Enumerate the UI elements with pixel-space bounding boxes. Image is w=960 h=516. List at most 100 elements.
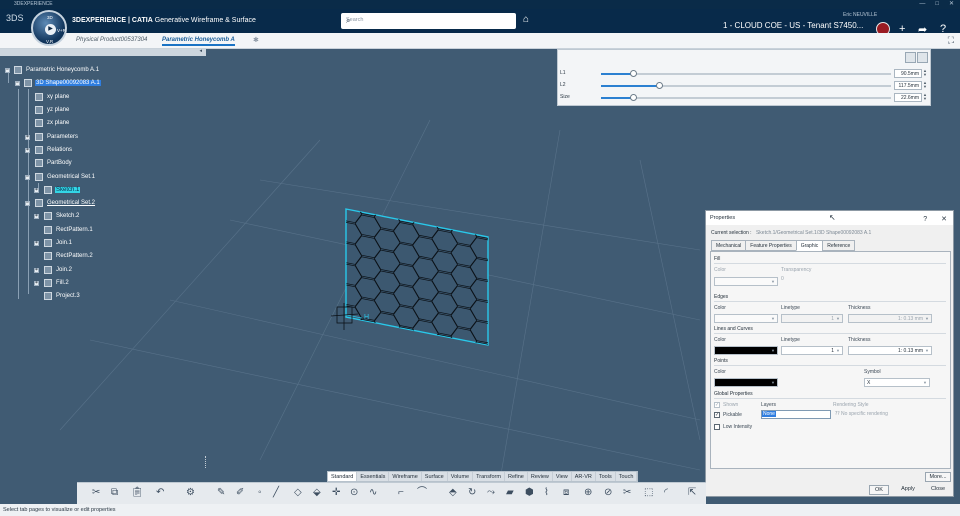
toolbar-grip[interactable] (205, 456, 207, 468)
tab-graphic[interactable]: Graphic (795, 240, 824, 251)
fill-color-picker[interactable]: ▼ (714, 277, 778, 286)
tree-item-fill-2[interactable]: Fill.2 (44, 277, 70, 289)
split-icon[interactable]: ⊘ (604, 486, 612, 500)
offset-icon[interactable]: ⧈ (563, 486, 569, 500)
slider-knob[interactable] (656, 82, 663, 89)
tree-item-relations[interactable]: Relations (35, 144, 73, 156)
slider-track[interactable] (601, 97, 891, 99)
points-color-picker[interactable]: ▼ (714, 378, 778, 387)
expand-icon[interactable]: + (34, 268, 39, 273)
tree-item-zx-plane[interactable]: zx plane (35, 117, 70, 129)
low-intensity-checkbox[interactable] (714, 424, 720, 430)
expand-icon[interactable]: + (34, 188, 39, 193)
tree-item-yz-plane[interactable]: yz plane (35, 104, 70, 116)
tree-item-root[interactable]: Parametric Honeycomb A.1 (14, 64, 100, 76)
expand-icon[interactable]: + (34, 214, 39, 219)
tree-item-xy-plane[interactable]: xy plane (35, 91, 70, 103)
param-value-input[interactable]: 90.5mm (894, 69, 922, 78)
lines-color-picker[interactable]: ▼ (714, 346, 778, 355)
tree-item-join-2[interactable]: Join.2 (44, 264, 73, 276)
edges-thickness-select[interactable]: 1: 0.13 mm ▼ (848, 314, 932, 323)
tree-item-geometrical-set-1[interactable]: Geometrical Set.1 (35, 171, 96, 183)
blend-icon[interactable]: ⌇ (544, 486, 549, 500)
undo-icon[interactable]: ↶ (156, 486, 164, 500)
workbench-tab-ar-vr[interactable]: AR-VR (572, 472, 596, 481)
close-button[interactable]: Close (926, 485, 950, 495)
sweep-icon[interactable]: ⤳ (487, 486, 495, 500)
dialog-close-button[interactable]: ✕ (941, 213, 947, 227)
expand-icon[interactable]: + (34, 241, 39, 246)
extrude-surface-icon[interactable]: ⬘ (449, 486, 457, 500)
point-tool-icon[interactable]: ◦ (258, 486, 262, 500)
expand-icon[interactable]: + (34, 281, 39, 286)
workbench-tab-transform[interactable]: Transform (473, 472, 505, 481)
play-icon[interactable]: ▶ (45, 24, 56, 35)
tree-item-join-1[interactable]: Join.1 (44, 237, 73, 249)
param-spinner[interactable]: ▲ ▼ (922, 81, 928, 90)
tree-item-partbody[interactable]: PartBody (35, 157, 73, 169)
edges-color-picker[interactable]: ▼ (714, 314, 778, 323)
slider-track[interactable] (601, 73, 891, 75)
edges-linetype-select[interactable]: 1 ▼ (781, 314, 843, 323)
workbench-tab-touch[interactable]: Touch (616, 472, 638, 481)
workbench-tab-wireframe[interactable]: Wireframe (389, 472, 422, 481)
lines-linetype-select[interactable]: 1 ▼ (781, 346, 843, 355)
connect-curve-icon[interactable]: ⌒ (417, 486, 427, 500)
copy-icon[interactable]: ⧉ (111, 486, 118, 500)
tree-item-rectpattern-2[interactable]: RectPattern.2 (44, 250, 94, 262)
apply-button[interactable]: Apply (896, 485, 920, 495)
workbench-tab-standard[interactable]: Standard (328, 472, 358, 481)
fillet-icon[interactable]: ◜ (664, 486, 668, 500)
parameter-mode-icon[interactable] (905, 52, 916, 63)
paste-icon[interactable]: 📋︎ (131, 486, 144, 500)
workbench-tab-tools[interactable]: Tools (596, 472, 616, 481)
revolve-icon[interactable]: ↻ (468, 486, 476, 500)
sketch-tool-icon[interactable]: ✎ (217, 486, 225, 500)
tree-item-parameters[interactable]: Parameters (35, 131, 79, 143)
join-tool-icon[interactable]: ⊕ (584, 486, 592, 500)
collapse-icon[interactable]: − (25, 175, 30, 180)
param-value-input[interactable]: 117.5mm (894, 81, 922, 90)
tree-item-3d-shape[interactable]: 3D Shape00092083 A.1 (24, 77, 101, 89)
plane-tool-icon[interactable]: ◇ (294, 486, 302, 500)
collapse-icon[interactable]: − (15, 81, 20, 86)
positioned-sketch-icon[interactable]: ✐ (236, 486, 244, 500)
workbench-tab-review[interactable]: Review (528, 472, 553, 481)
tree-item-sketch-2[interactable]: Sketch.2 (44, 210, 80, 222)
workbench-tab-volume[interactable]: Volume (448, 472, 474, 481)
spline-tool-icon[interactable]: ∿ (369, 486, 377, 500)
shown-checkbox[interactable]: ✓ (714, 402, 720, 408)
workbench-tab-view[interactable]: View (553, 472, 572, 481)
extrude-icon[interactable]: ⬙ (313, 486, 321, 500)
cut-icon[interactable]: ✂ (92, 486, 100, 500)
workbench-tab-essentials[interactable]: Essentials (357, 472, 390, 481)
line-tool-icon[interactable]: ╱ (273, 486, 279, 500)
expand-icon[interactable]: + (25, 135, 30, 140)
pickable-checkbox[interactable]: ✓ (714, 412, 720, 418)
slider-knob[interactable] (629, 94, 637, 101)
collapse-tree-icon[interactable]: ◂ (199, 48, 202, 54)
points-symbol-select[interactable]: X ▼ (864, 378, 930, 387)
expand-icon[interactable]: + (25, 148, 30, 153)
tree-item-rectpattern-1[interactable]: RectPattern.1 (44, 224, 94, 236)
trim-icon[interactable]: ✂ (623, 486, 631, 500)
more-button[interactable]: More... (925, 472, 951, 482)
ok-button[interactable]: OK (869, 485, 889, 495)
rendering-style-select[interactable]: ⁇ No specific rendering (833, 410, 909, 419)
param-value-input[interactable]: 22.6mm (894, 93, 922, 102)
translate-icon[interactable]: ⇱ (688, 486, 696, 500)
tree-item-project-3[interactable]: Project.3 (44, 290, 81, 302)
tab-feature-properties[interactable]: Feature Properties (745, 240, 797, 251)
circle-tool-icon[interactable]: ⊙ (350, 486, 358, 500)
panel-settings-icon[interactable] (917, 52, 928, 63)
multi-section-icon[interactable]: ⬢ (525, 486, 534, 500)
param-spinner[interactable]: ▲ ▼ (922, 93, 928, 102)
layers-select[interactable]: None (761, 410, 831, 419)
tree-item-geometrical-set-2[interactable]: Geometrical Set.2 (35, 197, 96, 209)
dialog-help-button[interactable]: ? (923, 213, 927, 227)
lines-thickness-select[interactable]: 1: 0.13 mm ▼ (848, 346, 932, 355)
extract-icon[interactable]: ⬚ (644, 486, 653, 500)
fill-surface-icon[interactable]: ▰ (506, 486, 514, 500)
tab-reference[interactable]: Reference (822, 240, 856, 251)
tree-item-sketch-1[interactable]: Sketch.1 (44, 184, 81, 196)
